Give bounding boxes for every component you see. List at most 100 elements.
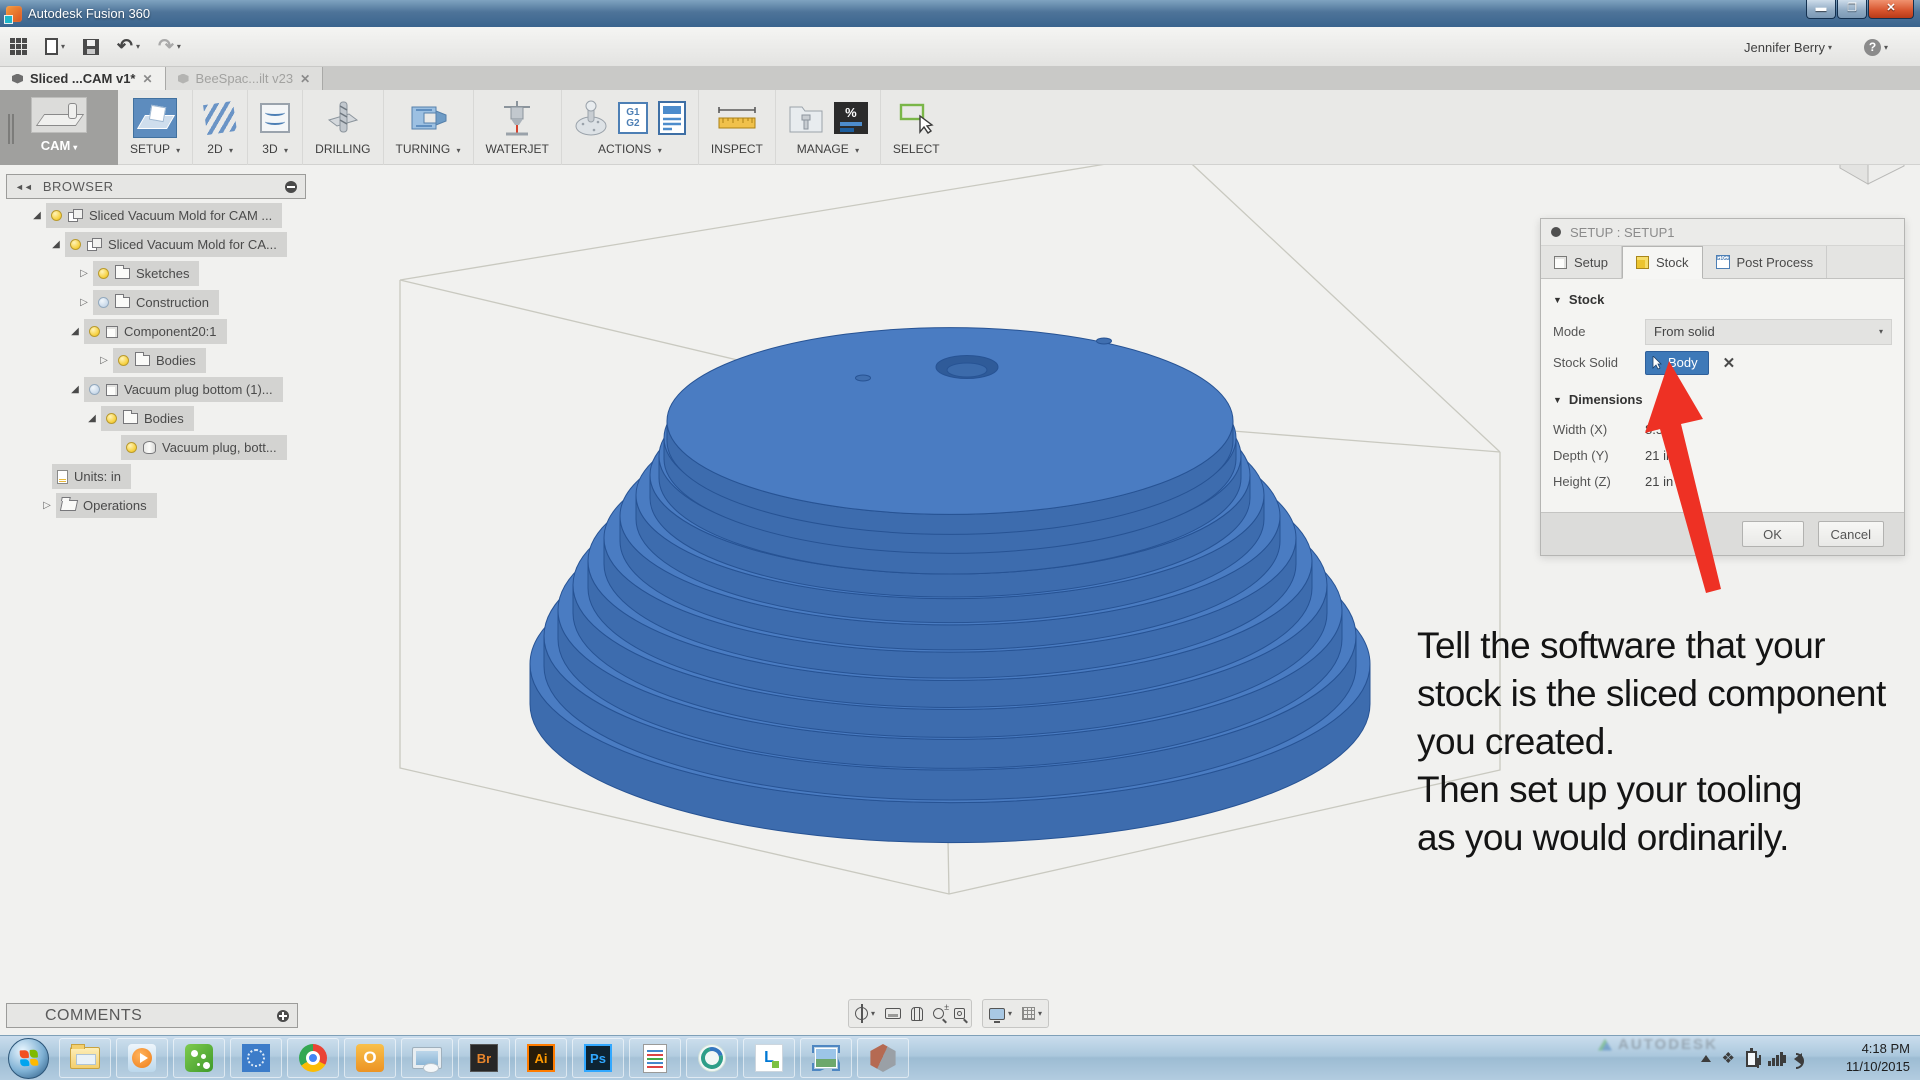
body-selection-chip[interactable]: Body (1645, 351, 1709, 375)
taskbar-image-viewer[interactable] (800, 1038, 852, 1078)
app-grid-button[interactable] (10, 38, 27, 55)
tree-item-component20[interactable]: ◢ Component20:1 (6, 319, 306, 344)
ribbon-button-select[interactable]: SELECT (881, 90, 952, 165)
tree-item-vacuum-plug-body[interactable]: Vacuum plug, bott... (6, 435, 306, 460)
document-tab-inactive[interactable]: BeeSpac...ilt v23 ✕ (166, 67, 324, 90)
ribbon-button-2d[interactable]: 2D ▾ (193, 90, 248, 165)
expanded-icon[interactable]: ◢ (28, 210, 46, 221)
start-button[interactable] (8, 1038, 49, 1079)
show-hidden-icons[interactable] (1701, 1055, 1711, 1062)
file-menu-button[interactable]: ▾ (45, 38, 65, 55)
save-button[interactable] (83, 39, 99, 55)
cancel-button[interactable]: Cancel (1818, 521, 1884, 547)
collapsed-icon[interactable]: ▷ (75, 268, 93, 279)
taskbar-media-player[interactable] (116, 1038, 168, 1078)
volume-icon[interactable] (1794, 1053, 1802, 1065)
panel-drag-handle[interactable] (8, 114, 14, 144)
visibility-bulb-icon[interactable] (98, 268, 109, 279)
dropbox-icon[interactable]: ❖ (1722, 1051, 1735, 1066)
taskbar-chrome[interactable] (287, 1038, 339, 1078)
user-menu[interactable]: Jennifer Berry ▾ (1744, 40, 1832, 55)
ribbon-button-turning[interactable]: TURNING ▾ (384, 90, 474, 165)
taskbar-fusion-360[interactable] (857, 1038, 909, 1078)
tree-item-component[interactable]: ◢ Sliced Vacuum Mold for CA... (6, 232, 306, 257)
mode-dropdown[interactable]: From solid ▾ (1645, 319, 1892, 345)
depth-value[interactable]: 21 in (1645, 448, 1673, 463)
taskbar-lync[interactable]: L (743, 1038, 795, 1078)
ribbon-button-drilling[interactable]: DRILLING (303, 90, 383, 165)
tree-item-units[interactable]: Units: in (6, 464, 306, 489)
visibility-bulb-icon[interactable] (118, 355, 129, 366)
look-at-button[interactable] (885, 1008, 901, 1019)
visibility-bulb-icon[interactable] (126, 442, 137, 453)
taskbar-file-explorer[interactable] (59, 1038, 111, 1078)
expanded-icon[interactable]: ◢ (66, 326, 84, 337)
visibility-bulb-off-icon[interactable] (89, 384, 100, 395)
orbit-button[interactable]: ▾ (855, 1007, 875, 1020)
collapsed-icon[interactable]: ▷ (38, 500, 56, 511)
stock-section-header[interactable]: ▼ Stock (1553, 292, 1892, 307)
ok-button[interactable]: OK (1742, 521, 1804, 547)
undo-button[interactable]: ↶▾ (117, 39, 140, 55)
tree-item-vacuum-plug-bottom[interactable]: ◢ Vacuum plug bottom (1)... (6, 377, 306, 402)
ribbon-button-inspect[interactable]: INSPECT (699, 90, 776, 165)
minimize-button[interactable]: ▬ (1806, 0, 1836, 19)
fit-button[interactable] (954, 1008, 965, 1019)
collapse-icon[interactable]: ◄◄ (15, 182, 33, 192)
taskbar-green-app[interactable] (173, 1038, 225, 1078)
network-signal-icon[interactable] (1768, 1052, 1783, 1066)
tab-stock[interactable]: Stock (1622, 246, 1703, 279)
tree-item-construction[interactable]: ▷ Construction (6, 290, 306, 315)
expanded-icon[interactable]: ◢ (83, 413, 101, 424)
workspace-switcher[interactable]: CAM▾ (0, 90, 118, 165)
width-value[interactable]: 8.5 in (1645, 422, 1677, 437)
close-button[interactable]: ✕ (1868, 0, 1914, 19)
taskbar-adobe-illustrator[interactable]: Ai (515, 1038, 567, 1078)
taskbar-outlook[interactable]: O (344, 1038, 396, 1078)
taskbar-adobe-bridge[interactable]: Br (458, 1038, 510, 1078)
collapsed-icon[interactable]: ▷ (95, 355, 113, 366)
add-comment-icon[interactable] (277, 1010, 289, 1022)
ribbon-button-manage[interactable]: % MANAGE ▾ (776, 90, 881, 165)
zoom-button[interactable] (933, 1008, 944, 1019)
browser-header[interactable]: ◄◄ BROWSER (6, 174, 306, 199)
tree-item-sketches[interactable]: ▷ Sketches (6, 261, 306, 286)
restore-button[interactable]: ❐ (1837, 0, 1867, 19)
taskbar-cisco-anyconnect[interactable] (686, 1038, 738, 1078)
visibility-bulb-icon[interactable] (89, 326, 100, 337)
redo-button[interactable]: ↷▾ (158, 39, 181, 55)
taskbar-document-app[interactable] (629, 1038, 681, 1078)
height-value[interactable]: 21 in (1645, 474, 1673, 489)
tree-item-operations[interactable]: ▷ Operations (6, 493, 306, 518)
taskbar-display-settings[interactable] (401, 1038, 453, 1078)
remove-selection-icon[interactable]: ✕ (1723, 354, 1736, 372)
visibility-bulb-icon[interactable] (51, 210, 62, 221)
taskbar-clock[interactable]: 4:18 PM 11/10/2015 (1846, 1040, 1910, 1076)
stock-model[interactable] (530, 328, 1370, 843)
visibility-bulb-icon[interactable] (106, 413, 117, 424)
minimize-panel-icon[interactable] (285, 181, 297, 193)
visibility-bulb-icon[interactable] (70, 239, 81, 250)
pan-button[interactable] (911, 1007, 923, 1021)
display-settings-button[interactable]: ▾ (989, 1008, 1012, 1020)
comments-header[interactable]: COMMENTS (6, 1003, 298, 1028)
document-tab-active[interactable]: Sliced ...CAM v1* ✕ (0, 67, 166, 90)
dialog-header[interactable]: SETUP : SETUP1 (1541, 219, 1904, 246)
ribbon-button-actions[interactable]: G1G2 ACTIONS ▾ (562, 90, 699, 165)
ribbon-button-3d[interactable]: 3D ▾ (248, 90, 303, 165)
collapsed-icon[interactable]: ▷ (75, 297, 93, 308)
tab-close-icon[interactable]: ✕ (300, 72, 310, 86)
tree-item-bodies2[interactable]: ◢ Bodies (6, 406, 306, 431)
tree-item-root[interactable]: ◢ Sliced Vacuum Mold for CAM ... (6, 203, 306, 228)
dimensions-section-header[interactable]: ▼ Dimensions (1553, 392, 1892, 407)
taskbar-adobe-photoshop[interactable]: Ps (572, 1038, 624, 1078)
tab-post-process[interactable]: G1G2 Post Process (1703, 246, 1828, 278)
taskbar-dial-app[interactable] (230, 1038, 282, 1078)
battery-icon[interactable] (1746, 1051, 1757, 1067)
help-menu[interactable]: ? ▾ (1864, 39, 1888, 56)
tree-item-bodies[interactable]: ▷ Bodies (6, 348, 306, 373)
tab-close-icon[interactable]: ✕ (142, 72, 152, 86)
visibility-bulb-off-icon[interactable] (98, 297, 109, 308)
expanded-icon[interactable]: ◢ (47, 239, 65, 250)
tab-setup[interactable]: Setup (1541, 246, 1622, 278)
